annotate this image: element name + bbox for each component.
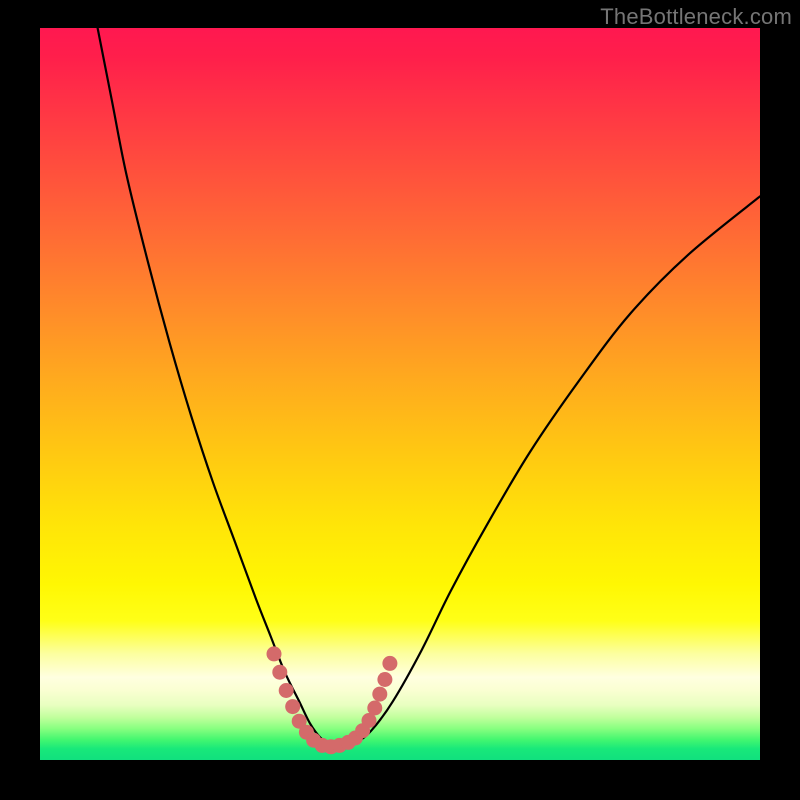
highlight-dot xyxy=(272,665,287,680)
chart-container: TheBottleneck.com xyxy=(0,0,800,800)
bottleneck-curve xyxy=(98,28,760,746)
highlight-dot xyxy=(285,699,300,714)
plot-area xyxy=(40,28,760,760)
curve-layer xyxy=(40,28,760,760)
highlight-dot xyxy=(377,672,392,687)
highlight-dot xyxy=(382,656,397,671)
highlight-dot xyxy=(267,646,282,661)
watermark-text: TheBottleneck.com xyxy=(600,4,792,30)
highlight-dot xyxy=(367,701,382,716)
highlight-dots xyxy=(267,646,398,754)
highlight-dot xyxy=(279,683,294,698)
highlight-dot xyxy=(372,687,387,702)
